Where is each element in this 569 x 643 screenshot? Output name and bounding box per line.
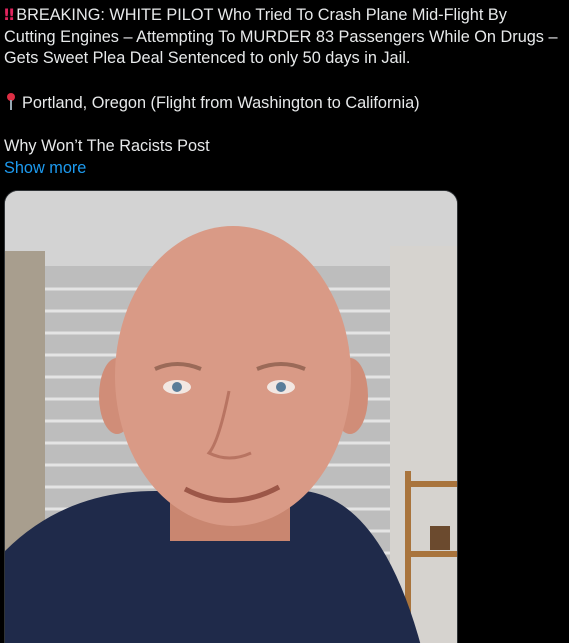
location-line: Portland, Oregon (Flight from Washington… bbox=[4, 92, 564, 115]
headline-line-1: ‼ BREAKING: WHITE PILOT Who Tried To Cras… bbox=[4, 4, 564, 27]
side-wall bbox=[390, 246, 457, 643]
shelf-frame bbox=[430, 526, 450, 550]
headline-line-2: Cutting Engines – Attempting To MURDER 8… bbox=[4, 27, 564, 49]
right-iris bbox=[276, 382, 286, 392]
head bbox=[115, 226, 351, 526]
left-iris bbox=[172, 382, 182, 392]
shelf-board bbox=[405, 481, 457, 487]
show-more-link[interactable]: Show more bbox=[4, 158, 86, 180]
headline-text-3: Gets Sweet Plea Deal Sentenced to only 5… bbox=[4, 49, 411, 67]
paragraph-gap-2 bbox=[4, 114, 564, 136]
tweet-body: ‼ BREAKING: WHITE PILOT Who Tried To Cras… bbox=[4, 4, 564, 179]
tweet-card: ‼ BREAKING: WHITE PILOT Who Tried To Cras… bbox=[0, 0, 569, 643]
teaser-text: Why Won’t The Racists Post bbox=[4, 137, 210, 155]
tweet-photo[interactable] bbox=[4, 190, 458, 643]
teaser-line: Why Won’t The Racists Post bbox=[4, 136, 564, 158]
round-pushpin-icon bbox=[4, 92, 18, 112]
show-more-line: Show more bbox=[4, 158, 564, 180]
location-text: Portland, Oregon (Flight from Washington… bbox=[22, 93, 420, 112]
headline-line-3: Gets Sweet Plea Deal Sentenced to only 5… bbox=[4, 48, 564, 70]
selfie-photo bbox=[5, 191, 457, 643]
shelf-board-2 bbox=[405, 551, 457, 557]
headline-text-1: BREAKING: WHITE PILOT Who Tried To Crash… bbox=[16, 6, 507, 24]
headline-text-2: Cutting Engines – Attempting To MURDER 8… bbox=[4, 27, 558, 46]
double-exclamation-icon: ‼ bbox=[4, 5, 15, 24]
